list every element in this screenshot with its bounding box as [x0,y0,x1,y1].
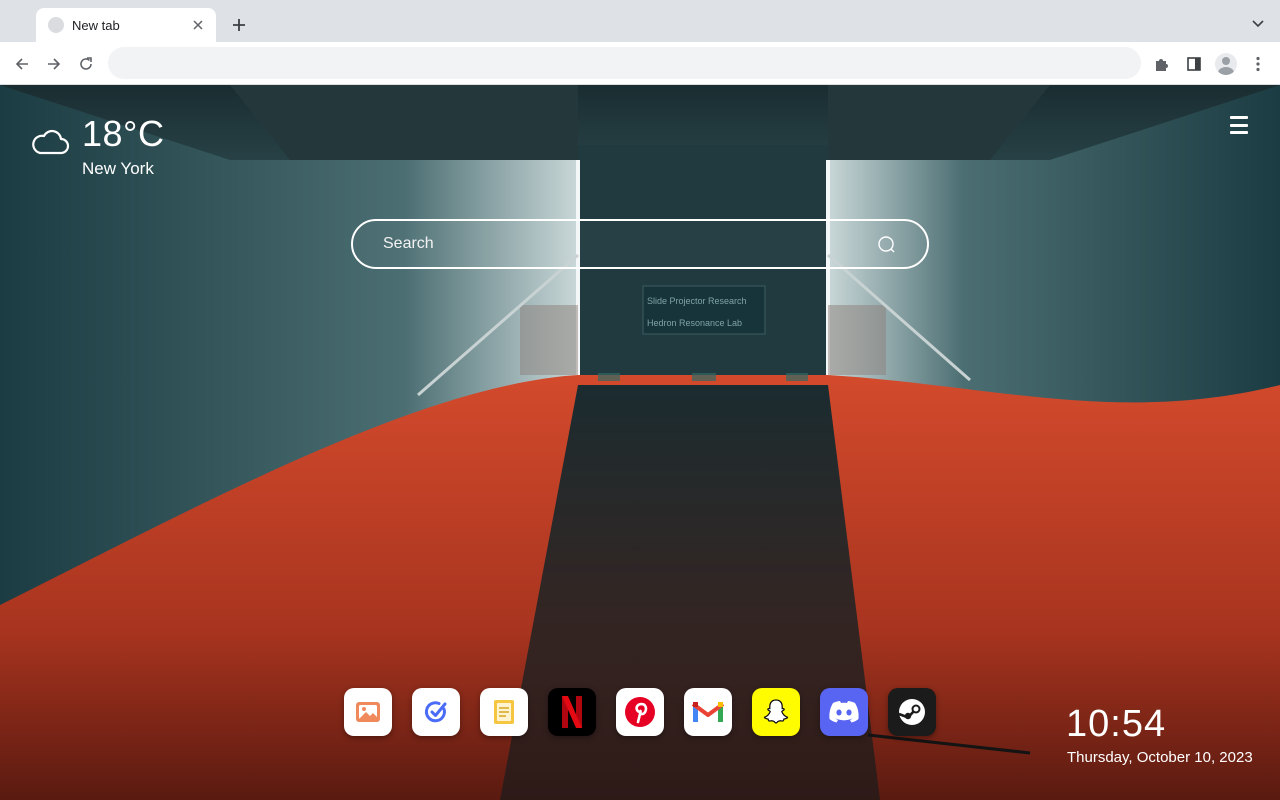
back-button[interactable] [8,50,36,78]
sign-text: Hedron Resonance Lab [647,318,743,328]
browser-toolbar [0,42,1280,85]
corridor-signs: Slide Projector Research Hedron Resonanc… [643,286,765,334]
shortcut-netflix[interactable] [548,688,596,736]
browser-menu-button[interactable] [1244,50,1272,78]
steam-icon [898,699,925,725]
profile-button[interactable] [1212,50,1240,78]
search-input[interactable] [383,221,863,267]
weather-widget[interactable]: 18°C New York [30,113,230,183]
city-name: New York [82,159,154,178]
gmail-icon [692,702,724,722]
clock-time: 10:54 [1066,703,1167,745]
search-box [351,219,929,269]
reload-button[interactable] [72,50,100,78]
discord-icon [829,701,859,723]
check-circle-icon [424,701,447,723]
close-icon [193,20,203,30]
extensions-button[interactable] [1148,50,1176,78]
tab-strip: New tab [0,0,1280,42]
tab-favicon-icon [48,17,64,33]
photos-icon [356,702,380,722]
plus-icon [233,19,245,31]
forward-button[interactable] [40,50,68,78]
side-panel-button[interactable] [1180,50,1208,78]
temperature: 18°C [82,113,165,154]
shortcut-dock [344,688,936,736]
shortcut-snapchat[interactable] [752,688,800,736]
shortcut-notes[interactable] [480,688,528,736]
avatar-icon [1215,53,1237,75]
search-icon[interactable] [877,235,897,255]
menu-line [1230,123,1248,127]
cloud-icon [32,129,70,155]
notes-icon [494,700,514,724]
tab-title: New tab [72,17,120,33]
shortcut-pinterest[interactable] [616,688,664,736]
snapchat-icon [763,699,789,724]
close-tab-button[interactable] [190,17,206,33]
new-tab-page: Slide Projector Research Hedron Resonanc… [0,85,1280,800]
menu-line [1230,131,1248,134]
arrow-left-icon [15,58,28,70]
chevron-down-icon [1252,20,1264,28]
pinterest-icon [625,697,655,727]
tab-new-tab[interactable]: New tab [36,8,216,42]
more-vertical-icon [1256,56,1260,72]
shortcut-steam[interactable] [888,688,936,736]
netflix-icon [562,696,582,728]
tab-search-button[interactable] [1246,12,1270,36]
shortcut-tasks[interactable] [412,688,460,736]
address-bar[interactable] [108,47,1141,79]
reload-icon [80,57,92,70]
new-tab-button[interactable] [226,12,252,38]
shortcut-discord[interactable] [820,688,868,736]
menu-line [1230,116,1248,119]
arrow-right-icon [48,58,61,70]
sign-text: Slide Projector Research [647,296,747,306]
shortcut-photos[interactable] [344,688,392,736]
puzzle-icon [1156,59,1168,71]
shortcut-gmail[interactable] [684,688,732,736]
side-panel-icon [1187,57,1201,71]
clock-date: Thursday, October 10, 2023 [1067,749,1253,766]
page-menu-button[interactable] [1226,113,1252,137]
